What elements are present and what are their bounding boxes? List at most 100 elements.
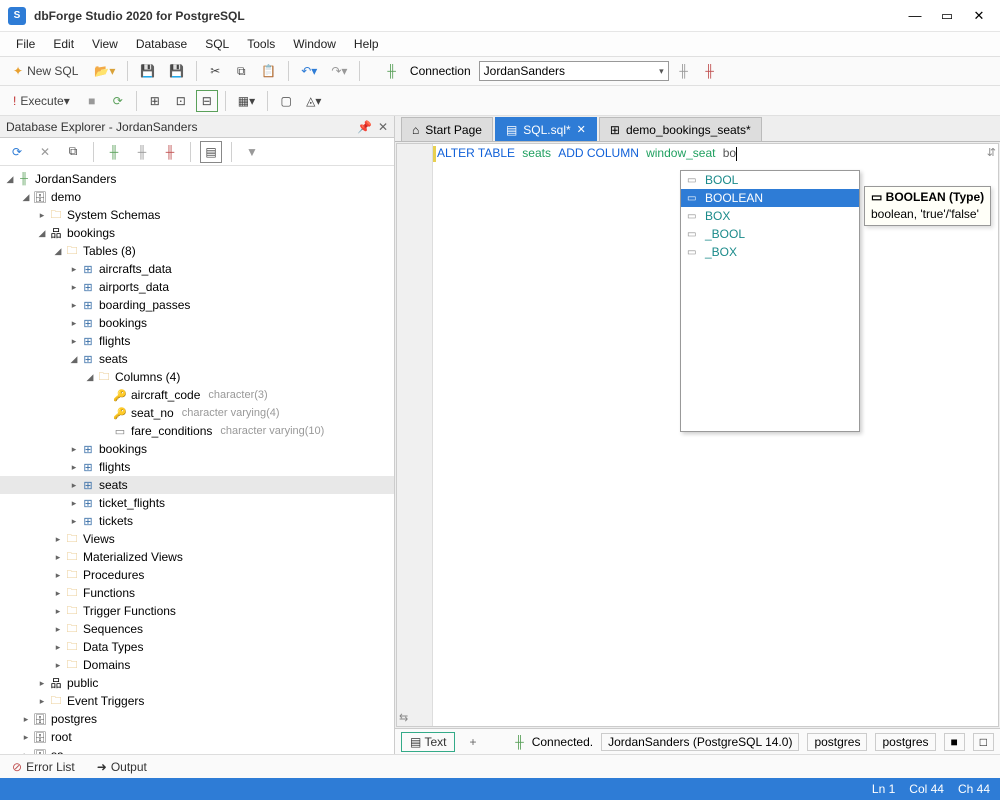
view-mode-button[interactable]: ▤	[200, 141, 222, 163]
minimize-button[interactable]: —	[908, 8, 922, 24]
table-node[interactable]: ▸⊞tickets	[0, 512, 394, 530]
stop-button[interactable]: ■	[81, 90, 103, 112]
statusbar: Ln 1 Col 44 Ch 44	[0, 778, 1000, 800]
separator	[225, 91, 226, 111]
filter-button[interactable]: ▼	[241, 141, 263, 163]
output-tab[interactable]: ➜Output	[91, 758, 153, 776]
panel-close-icon[interactable]: ✕	[378, 120, 388, 134]
connect-button[interactable]: ╫	[673, 60, 695, 82]
editor-split-h-icon[interactable]: ⇆	[399, 711, 408, 724]
folder-node[interactable]: ▸🗀Functions	[0, 584, 394, 602]
database-node[interactable]: ◢🗄demo	[0, 188, 394, 206]
intellisense-item-selected[interactable]: ▭BOOLEAN	[681, 189, 859, 207]
folder-node[interactable]: ▸🗀Sequences	[0, 620, 394, 638]
tool-1[interactable]: ⊞	[144, 90, 166, 112]
menu-window[interactable]: Window	[285, 35, 344, 53]
server-node[interactable]: ◢╫JordanSanders	[0, 170, 394, 188]
intellisense-item[interactable]: ▭_BOOL	[681, 225, 859, 243]
table-node[interactable]: ▸⊞bookings	[0, 314, 394, 332]
tool-2[interactable]: ⊡	[170, 90, 192, 112]
tool-5[interactable]: ▢	[275, 90, 297, 112]
status-toggle-2[interactable]: □	[973, 733, 994, 751]
connection-2-button[interactable]: ╫	[131, 141, 153, 163]
paste-button[interactable]: 📋	[256, 60, 281, 82]
maximize-button[interactable]: ▭	[940, 8, 954, 24]
tab-demo-bookings[interactable]: ⊞demo_bookings_seats*	[599, 117, 762, 141]
intellisense-item[interactable]: ▭_BOX	[681, 243, 859, 261]
tab-sql[interactable]: ▤SQL.sql*✕	[495, 117, 597, 141]
app-logo-icon: S	[8, 7, 26, 25]
table-node[interactable]: ▸⊞bookings	[0, 440, 394, 458]
error-list-tab[interactable]: ⊘Error List	[6, 758, 81, 776]
new-sql-button[interactable]: ✦New SQL	[6, 60, 85, 82]
separator	[196, 61, 197, 81]
table-node[interactable]: ▸⊞flights	[0, 458, 394, 476]
add-view-button[interactable]: +	[463, 733, 482, 751]
open-button[interactable]: 📂▾	[89, 60, 120, 82]
folder-node[interactable]: ▸🗀Domains	[0, 656, 394, 674]
folder-node[interactable]: ▸🗀Data Types	[0, 638, 394, 656]
table-seats-node[interactable]: ◢⊞seats	[0, 350, 394, 368]
connection-dropdown[interactable]: JordanSanders	[479, 61, 669, 81]
intellisense-item[interactable]: ▭BOX	[681, 207, 859, 225]
schema-public-node[interactable]: ▸品public	[0, 674, 394, 692]
columns-folder-node[interactable]: ◢🗀Columns (4)	[0, 368, 394, 386]
table-node[interactable]: ▸⊞flights	[0, 332, 394, 350]
event-triggers-node[interactable]: ▸🗀Event Triggers	[0, 692, 394, 710]
table-node[interactable]: ▸⊞ticket_flights	[0, 494, 394, 512]
tool-4[interactable]: ▦▾	[233, 90, 260, 112]
explorer-tree[interactable]: ◢╫JordanSanders ◢🗄demo ▸🗀System Schemas …	[0, 166, 394, 754]
column-node[interactable]: 🔑aircraft_codecharacter(3)	[0, 386, 394, 404]
tab-start-page[interactable]: ⌂Start Page	[401, 117, 493, 141]
table-node[interactable]: ▸⊞aircrafts_data	[0, 260, 394, 278]
new-window-button[interactable]: ⧉	[62, 141, 84, 163]
schema-node[interactable]: ◢品bookings	[0, 224, 394, 242]
folder-node[interactable]: ▸🗀Materialized Views	[0, 548, 394, 566]
intellisense-item[interactable]: ▭BOOL	[681, 171, 859, 189]
table-node[interactable]: ▸⊞boarding_passes	[0, 296, 394, 314]
menu-help[interactable]: Help	[346, 35, 387, 53]
intellisense-popup[interactable]: ▭BOOL ▭BOOLEAN ▭BOX ▭_BOOL ▭_BOX	[680, 170, 860, 432]
save-all-button[interactable]: 💾	[164, 60, 189, 82]
tool-3[interactable]: ⊟	[196, 90, 218, 112]
cut-button[interactable]: ✂	[204, 60, 226, 82]
folder-node[interactable]: ▸🗀Trigger Functions	[0, 602, 394, 620]
editor-tabs: ⌂Start Page ▤SQL.sql*✕ ⊞demo_bookings_se…	[395, 116, 1000, 142]
redo-button[interactable]: ↷▾	[326, 60, 352, 82]
menu-edit[interactable]: Edit	[45, 35, 82, 53]
refresh-explorer-button[interactable]: ⟳	[6, 141, 28, 163]
save-button[interactable]: 💾	[135, 60, 160, 82]
tables-folder-node[interactable]: ◢🗀Tables (8)	[0, 242, 394, 260]
undo-button[interactable]: ↶▾	[296, 60, 322, 82]
tool-6[interactable]: ◬▾	[301, 90, 326, 112]
text-view-tab[interactable]: ▤ Text	[401, 732, 455, 752]
menu-tools[interactable]: Tools	[239, 35, 283, 53]
new-connection-button[interactable]: ╫	[103, 141, 125, 163]
table-seats-selected[interactable]: ▸⊞seats	[0, 476, 394, 494]
copy-button[interactable]: ⧉	[230, 60, 252, 82]
menu-file[interactable]: File	[8, 35, 43, 53]
column-node[interactable]: ▭fare_conditionscharacter varying(10)	[0, 422, 394, 440]
menu-view[interactable]: View	[84, 35, 126, 53]
close-button[interactable]: ✕	[972, 8, 986, 24]
pin-icon[interactable]: 📌	[357, 120, 372, 134]
separator	[267, 91, 268, 111]
disconnect-button[interactable]: ╫	[699, 60, 721, 82]
column-node[interactable]: 🔑seat_nocharacter varying(4)	[0, 404, 394, 422]
refresh-button[interactable]: ⟳	[107, 90, 129, 112]
table-node[interactable]: ▸⊞airports_data	[0, 278, 394, 296]
folder-node[interactable]: ▸🗀Views	[0, 530, 394, 548]
system-schemas-node[interactable]: ▸🗀System Schemas	[0, 206, 394, 224]
connection-3-button[interactable]: ╫	[159, 141, 181, 163]
execute-button[interactable]: !Execute▾	[6, 90, 77, 112]
tab-close-icon[interactable]: ✕	[577, 123, 586, 136]
database-node[interactable]: ▸🗄root	[0, 728, 394, 746]
menu-database[interactable]: Database	[128, 35, 195, 53]
delete-node-button[interactable]: ✕	[34, 141, 56, 163]
menu-sql[interactable]: SQL	[197, 35, 237, 53]
editor-split-icon[interactable]: ⇵	[987, 146, 996, 159]
database-node[interactable]: ▸🗄sa	[0, 746, 394, 754]
database-node[interactable]: ▸🗄postgres	[0, 710, 394, 728]
folder-node[interactable]: ▸🗀Procedures	[0, 566, 394, 584]
status-toggle-1[interactable]: ■	[944, 733, 965, 751]
